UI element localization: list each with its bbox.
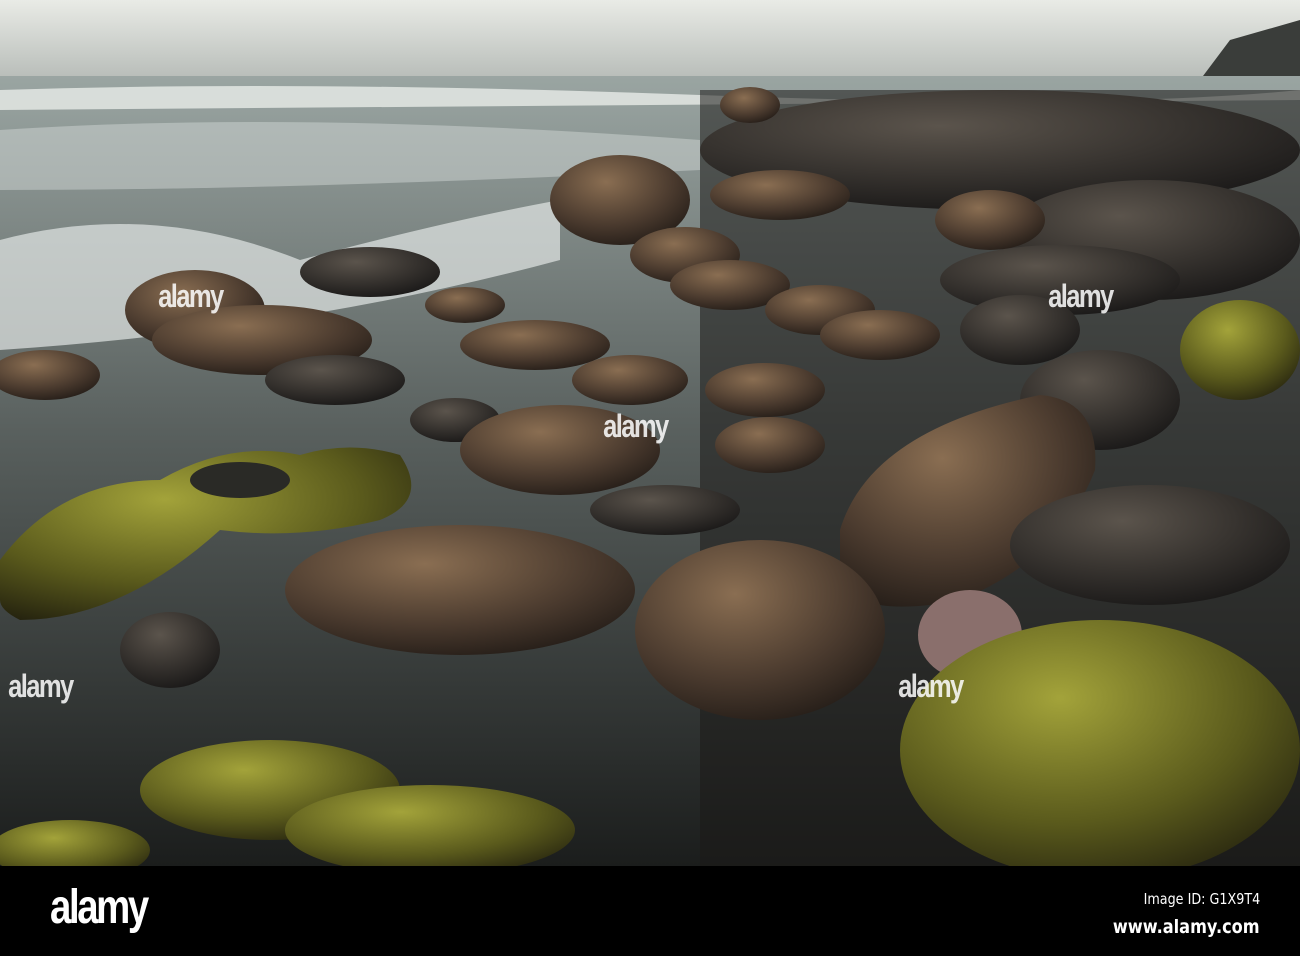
website-link[interactable]: www.alamy.com [1113,916,1260,938]
stock-photo-page: alamy alamy alamy alamy alamy alamy Imag… [0,0,1300,956]
watermark: alamy [1048,278,1114,314]
footer-bar: alamy Image ID: G1X9T4 www.alamy.com [0,866,1300,956]
watermark: alamy [158,278,224,314]
image-id: Image ID: G1X9T4 [1143,890,1260,908]
watermark: alamy [8,668,74,704]
alamy-logo: alamy [50,881,149,934]
watermark: alamy [898,668,964,704]
watermark: alamy [603,408,669,444]
